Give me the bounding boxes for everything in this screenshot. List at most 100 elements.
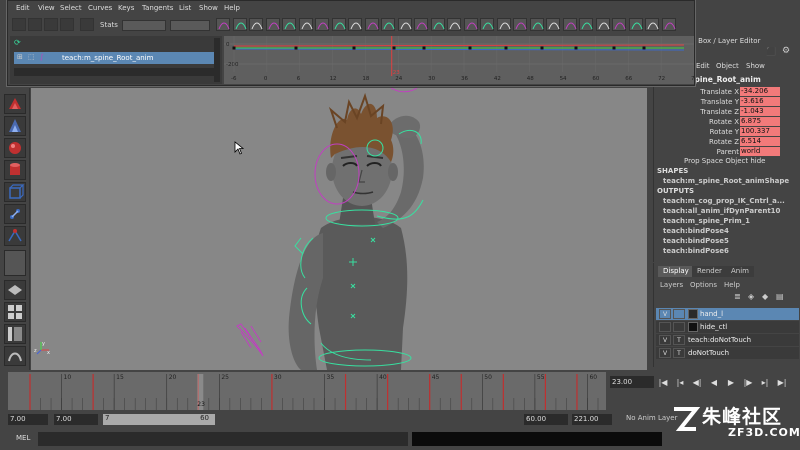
layout-four-icon[interactable] [4, 302, 26, 322]
output-item[interactable]: teach:m_cog_prop_IK_Cntrl_a... [663, 197, 785, 205]
channel-value-field[interactable]: 6.875 [740, 117, 780, 126]
output-item[interactable]: teach:bindPose6 [663, 247, 729, 255]
channel-box-settings-icon[interactable]: ⚙ [782, 46, 790, 56]
go-to-end-icon[interactable]: ▶| [775, 376, 789, 390]
output-item[interactable]: teach:all_anim_ifDynParent10 [663, 207, 780, 215]
ge-menu-view[interactable]: View [38, 4, 55, 12]
channel-row[interactable]: Translate X -34.206 [654, 87, 800, 97]
le-menu-layers[interactable]: Layers [660, 281, 683, 289]
outliner-item[interactable]: ⊞ ⬚ ∫ teach:m_spine_Root_anim [14, 52, 214, 64]
step-forward-frame-icon[interactable]: ▸| [758, 376, 772, 390]
play-forwards-icon[interactable]: ▶ [724, 376, 738, 390]
ge-menu-list[interactable]: List [179, 4, 191, 12]
spline-tangent-icon[interactable] [249, 18, 263, 31]
layer-template-toggle[interactable]: T [673, 335, 685, 345]
time-slider[interactable]: 10 15 20 25 30 35 40 45 50 55 60 23 [8, 372, 606, 410]
perspective-viewport[interactable]: y z x [31, 88, 647, 370]
cylinder-tool-icon[interactable] [4, 160, 26, 180]
layer-stack-icon[interactable]: ≣ [734, 292, 741, 301]
layer-visibility-toggle[interactable] [659, 322, 671, 332]
ge-menu-tangents[interactable]: Tangents [142, 4, 173, 12]
outliner-scrollbar[interactable] [14, 68, 214, 76]
polygon-select-tool-icon[interactable] [4, 94, 26, 114]
ik-handle-icon[interactable] [4, 226, 26, 246]
sculpt-tool-icon[interactable] [4, 116, 26, 136]
pre-infinity-offset-icon[interactable] [513, 18, 527, 31]
layer-template-toggle[interactable]: T [673, 348, 685, 358]
post-infinity-cycle-icon[interactable] [529, 18, 544, 31]
channel-value-field[interactable]: 6.514 [740, 137, 780, 146]
ge-menu-curves[interactable]: Curves [88, 4, 112, 12]
le-menu-options[interactable]: Options [690, 281, 717, 289]
buffer-curve-icon[interactable] [414, 18, 428, 31]
layer-template-toggle[interactable] [673, 309, 685, 319]
range-slider-handle[interactable]: 7 60 [103, 414, 215, 425]
output-item[interactable]: teach:m_spine_Prim_1 [663, 217, 750, 225]
tab-display[interactable]: Display [658, 266, 694, 277]
frame-selection-icon[interactable] [232, 18, 247, 31]
layer-options-icon[interactable]: ▤ [776, 292, 784, 301]
stats-time-field[interactable] [122, 20, 166, 31]
new-layer-icon[interactable]: ◈ [748, 292, 754, 301]
time-snap-icon[interactable] [628, 18, 643, 31]
normalize-icon[interactable] [463, 18, 478, 31]
channel-row[interactable]: Rotate X 6.875 [654, 117, 800, 127]
joint-tool-icon[interactable] [4, 204, 26, 224]
auto-load-icon[interactable] [612, 18, 626, 31]
channel-row[interactable]: Translate Z -1.043 [654, 107, 800, 117]
ge-menu-show[interactable]: Show [199, 4, 218, 12]
graph-editor-graph-view[interactable]: 0 -200 -6 0 6 12 18 24 30 36 42 48 54 60 66 72 78 23 [224, 36, 694, 84]
mel-input[interactable] [38, 432, 408, 446]
channel-row[interactable]: Rotate Z 6.514 [654, 137, 800, 147]
plateau-tangent-icon[interactable] [331, 18, 346, 31]
denormalize-icon[interactable] [480, 18, 494, 31]
flat-tangent-icon[interactable] [298, 18, 313, 31]
value-snap-icon[interactable] [645, 18, 659, 31]
add-key-tool-icon[interactable] [44, 18, 58, 31]
layout-single-icon[interactable] [4, 280, 26, 300]
unify-tangent-icon[interactable] [364, 18, 379, 31]
cube-tool-icon[interactable] [4, 182, 26, 202]
dope-sheet-icon[interactable] [562, 18, 577, 31]
outliner-vertical-scrollbar[interactable] [214, 38, 220, 82]
channel-value-field[interactable]: world [740, 147, 780, 156]
layer-color-swatch[interactable] [688, 322, 698, 332]
trax-editor-icon[interactable] [579, 18, 593, 31]
layer-row[interactable]: V TdoNotTouch [656, 347, 799, 359]
cb-menu-object[interactable]: Object [716, 62, 739, 70]
ge-menu-keys[interactable]: Keys [118, 4, 134, 12]
layer-visibility-toggle[interactable]: V [659, 348, 671, 358]
open-dope-icon[interactable] [661, 18, 676, 31]
frame-all-icon[interactable] [216, 18, 230, 31]
output-item[interactable]: teach:bindPose5 [663, 237, 729, 245]
layout-outliner-icon[interactable] [4, 324, 26, 344]
channel-row[interactable]: Rotate Y 100.337 [654, 127, 800, 137]
layer-color-swatch[interactable] [688, 309, 698, 319]
scene-start-field[interactable]: 7.00 [8, 414, 48, 425]
le-menu-help[interactable]: Help [724, 281, 740, 289]
clamped-tangent-icon[interactable] [265, 18, 280, 31]
ge-menu-edit[interactable]: Edit [16, 4, 30, 12]
anim-end-field[interactable]: 60.00 [524, 414, 568, 425]
new-layer-selected-icon[interactable]: ◆ [762, 292, 768, 301]
insert-key-tool-icon[interactable] [28, 18, 42, 31]
free-weight-icon[interactable] [381, 18, 395, 31]
layer-row[interactable]: hide_ctl [656, 321, 799, 333]
channel-value-field[interactable]: -3.616 [740, 97, 780, 106]
layer-row[interactable]: Vhand_l [656, 308, 799, 320]
post-infinity-offset-icon[interactable] [546, 18, 560, 31]
linear-tangent-icon[interactable] [282, 18, 296, 31]
layer-template-toggle[interactable] [673, 322, 685, 332]
cb-menu-edit[interactable]: Edit [696, 62, 710, 70]
layer-visibility-toggle[interactable]: V [659, 309, 671, 319]
channel-sync-icon[interactable] [595, 18, 610, 31]
move-key-tool-icon[interactable] [12, 18, 26, 31]
sphere-tool-icon[interactable] [4, 138, 26, 158]
step-tangent-icon[interactable] [315, 18, 329, 31]
ge-menu-help[interactable]: Help [224, 4, 240, 12]
scene-end-field[interactable]: 221.00 [572, 414, 612, 425]
play-backwards-icon[interactable]: ◀ [707, 376, 721, 390]
channel-row[interactable]: Parent world [654, 147, 800, 157]
layer-visibility-toggle[interactable]: V [659, 335, 671, 345]
refresh-icon[interactable]: ⟳ [14, 38, 21, 47]
